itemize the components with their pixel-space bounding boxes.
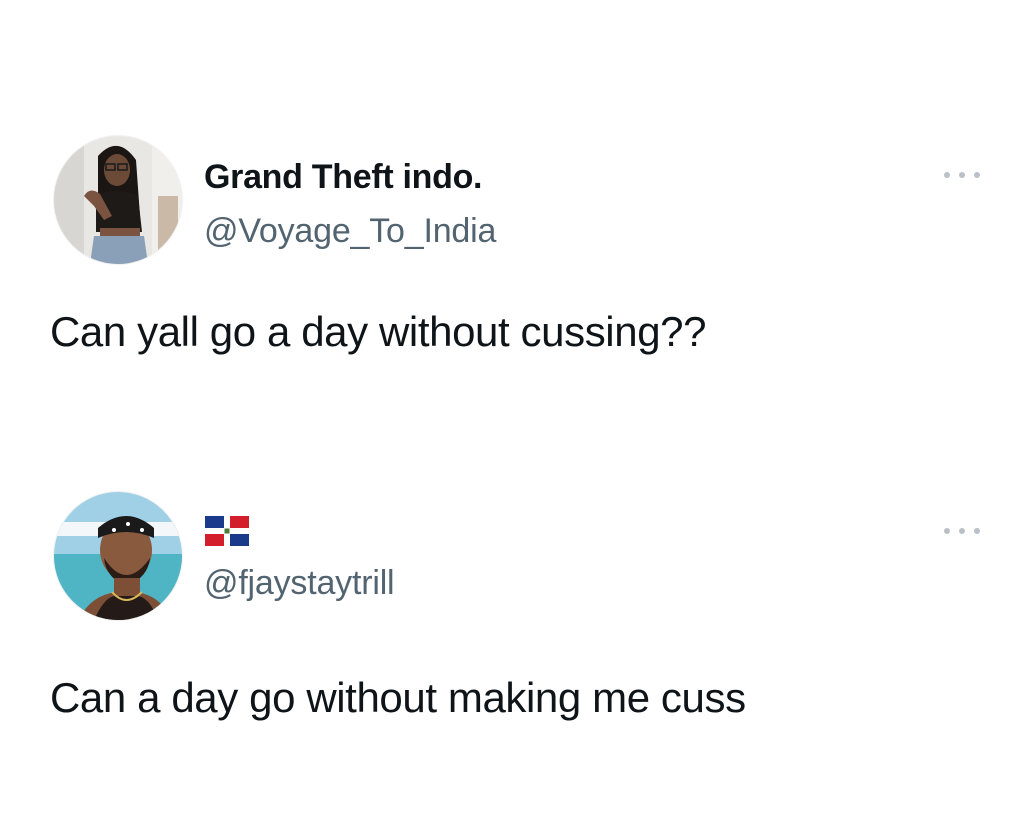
tweet-text: Can yall go a day without cussing?? (50, 308, 707, 355)
user-handle[interactable]: @Voyage_To_India (204, 212, 496, 251)
avatar[interactable] (54, 492, 182, 620)
avatar-image (54, 136, 182, 264)
more-dots-icon (944, 172, 950, 178)
tweet: @fjaystaytrill Can a day go without maki… (0, 492, 1024, 732)
display-name[interactable]: Grand Theft indo. (204, 158, 483, 197)
tweet: Grand Theft indo. @Voyage_To_India Can y… (0, 136, 1024, 366)
dominican-republic-flag-icon (205, 516, 249, 546)
more-options-button[interactable] (944, 524, 980, 538)
avatar[interactable] (54, 136, 182, 264)
user-handle[interactable]: @fjaystaytrill (204, 564, 395, 603)
tweet-text: Can a day go without making me cuss (50, 674, 746, 721)
more-options-button[interactable] (944, 168, 980, 182)
avatar-image (54, 492, 182, 620)
more-dots-icon (944, 528, 950, 534)
